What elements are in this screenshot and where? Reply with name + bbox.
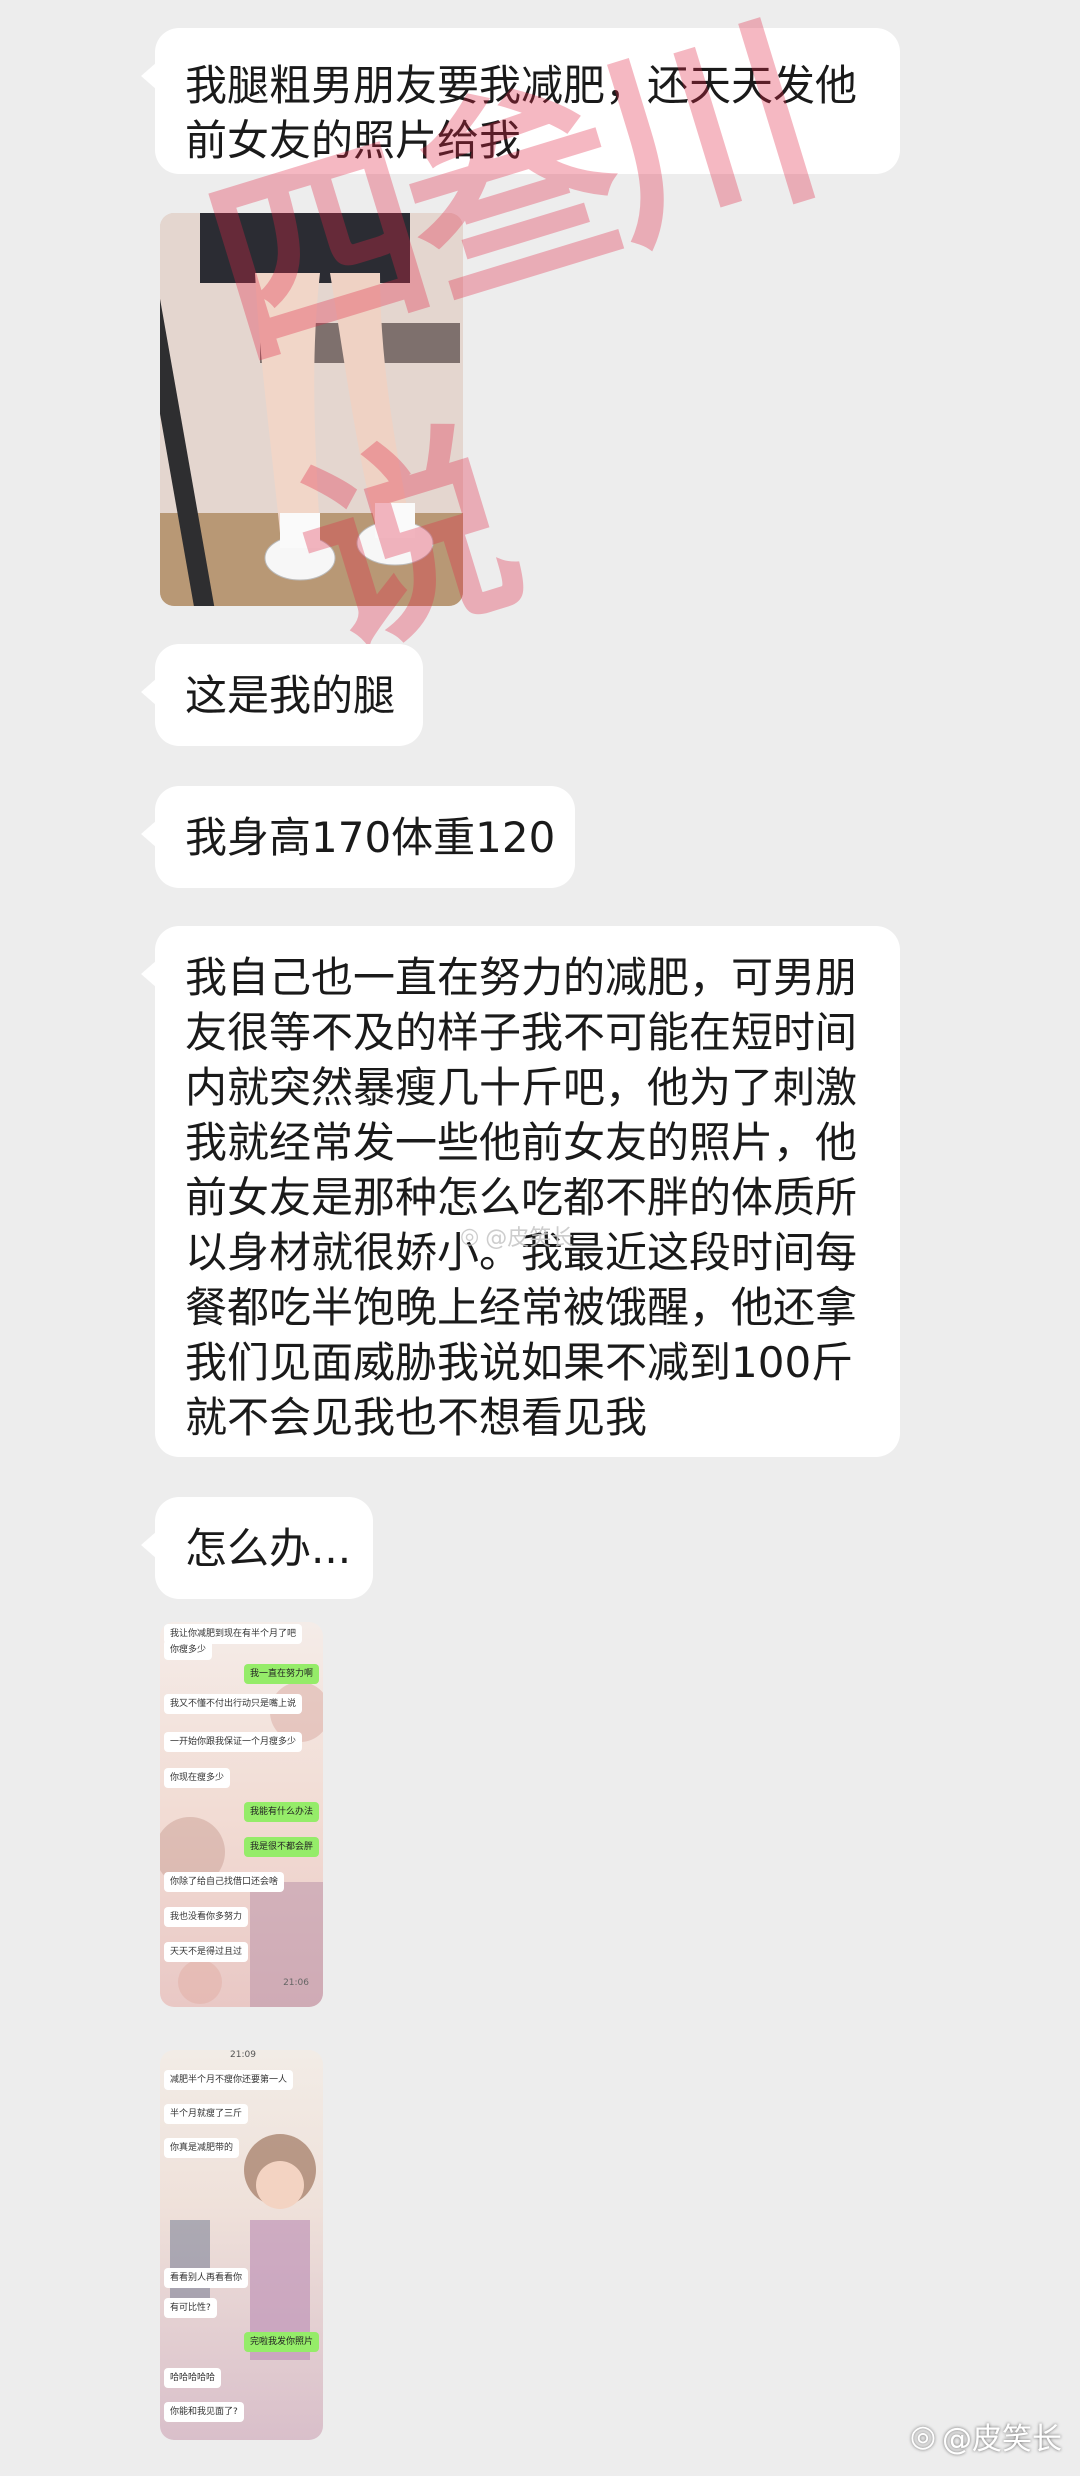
mini-message: 有可比性?	[164, 2298, 217, 2318]
mini-message: 天天不是得过且过	[164, 1942, 249, 1962]
weibo-icon: ◎	[909, 2418, 936, 2454]
message-bubble-1[interactable]: 我腿粗男朋友要我减肥，还天天发他 前女友的照片给我	[141, 28, 900, 174]
message-text: 就不会见我也不想看见我	[185, 1393, 648, 1442]
message-text: 内就突然暴瘦几十斤吧，他为了刺激	[185, 1063, 858, 1112]
mini-message: 完啦我发你照片	[243, 2332, 319, 2352]
message-bubble-5[interactable]: 怎么办...	[141, 1497, 373, 1599]
chat-screenshot-2[interactable]: 21:09 减肥半个月不瘦你还要第一人 半个月就瘦了三斤 你真是减肥带的 看看别…	[160, 2050, 323, 2440]
legs-photo[interactable]	[160, 213, 463, 606]
weibo-watermark-center: ◎ @皮笑长	[460, 1220, 573, 1252]
mini-message: 你真是减肥带的	[164, 2138, 240, 2158]
message-text: 我就经常发一些他前女友的照片，他	[185, 1118, 858, 1167]
message-text: 我腿粗男朋友要我减肥，还天天发他	[185, 61, 858, 110]
mini-message: 我一直在努力啊	[243, 1664, 319, 1684]
message-bubble-3[interactable]: 我身高170体重120	[141, 786, 575, 888]
message-text: 我们见面威胁我说如果不减到100斤	[185, 1338, 854, 1387]
mini-message: 你瘦多少	[164, 1640, 213, 1660]
message-bubble-2[interactable]: 这是我的腿	[141, 644, 423, 746]
weibo-tag: @皮笑长	[485, 1226, 574, 1251]
message-text: 友很等不及的样子我不可能在短时间	[185, 1008, 858, 1057]
weibo-icon: ◎	[460, 1223, 480, 1249]
message-text: 前女友的照片给我	[185, 116, 522, 165]
weibo-tag: @皮笑长	[942, 2422, 1062, 2457]
mini-message: 我能有什么办法	[243, 1802, 319, 1822]
message-text: 前女友是那种怎么吃都不胖的体质所	[185, 1173, 858, 1222]
message-text: 怎么办...	[185, 1524, 352, 1573]
mini-message: 一开始你跟我保证一个月瘦多少	[164, 1732, 303, 1752]
mini-message: 减肥半个月不瘦你还要第一人	[164, 2070, 294, 2090]
message-text: 这是我的腿	[185, 671, 396, 720]
mini-message: 半个月就瘦了三斤	[164, 2104, 249, 2124]
message-bubble-4[interactable]: 我自己也一直在努力的减肥，可男朋 友很等不及的样子我不可能在短时间 内就突然暴瘦…	[141, 926, 900, 1457]
screenshot-time: 21:09	[230, 2050, 256, 2060]
screenshot-time: 21:06	[283, 1978, 309, 1988]
mini-message: 你现在瘦多少	[164, 1768, 231, 1788]
mini-message: 我又不懂不付出行动只是嘴上说	[164, 1694, 303, 1714]
legs-image	[160, 213, 463, 606]
weibo-watermark: ◎ @皮笑长	[910, 2414, 1062, 2458]
message-text: 我身高170体重120	[185, 813, 556, 862]
mini-message: 看看别人再看看你	[164, 2268, 249, 2288]
chat-screenshot-1[interactable]: 我让你减肥到现在有半个月了吧 你瘦多少 我一直在努力啊 我又不懂不付出行动只是嘴…	[160, 1622, 323, 2007]
message-text: 餐都吃半饱晚上经常被饿醒，他还拿	[185, 1283, 858, 1332]
mini-message: 我也没看你多努力	[164, 1907, 249, 1927]
message-text: 我自己也一直在努力的减肥，可男朋	[185, 953, 858, 1002]
mini-message: 你除了给自己找借口还会啥	[164, 1872, 285, 1892]
mini-message: 哈哈哈哈哈	[164, 2368, 222, 2388]
mini-message: 你能和我见面了?	[164, 2402, 244, 2422]
mini-message: 我是很不都会胖	[243, 1837, 319, 1857]
